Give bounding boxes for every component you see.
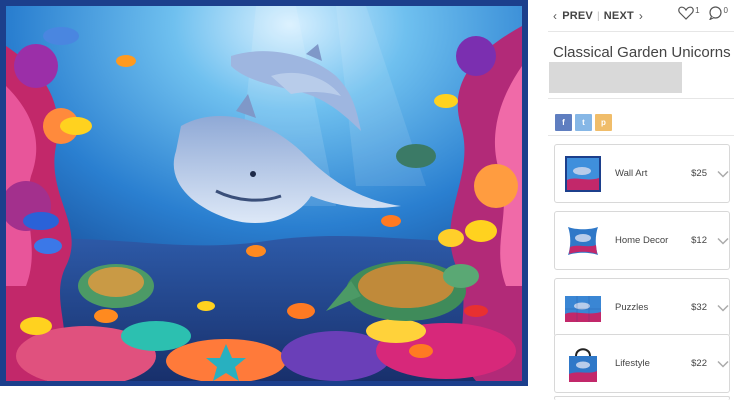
artist-placeholder [549, 62, 682, 93]
product-panel: ‹ PREV | NEXT › 1 0 Classical Garden Uni… [548, 0, 734, 400]
artwork-frame[interactable] [0, 0, 528, 386]
product-home-decor[interactable]: Home Decor $12 [554, 211, 730, 270]
prev-label: PREV [562, 10, 593, 22]
product-wall-art[interactable]: Wall Art $25 [554, 144, 730, 203]
product-name: Puzzles [615, 302, 649, 313]
product-price: $32 [691, 302, 707, 313]
product-lifestyle[interactable]: Lifestyle $22 [554, 334, 730, 393]
pinterest-share-button[interactable]: p [595, 114, 612, 131]
like-button[interactable]: 1 [678, 6, 700, 20]
product-name: Wall Art [615, 168, 648, 179]
product-price: $22 [691, 358, 707, 369]
heart-icon [678, 6, 694, 20]
product-puzzles[interactable]: Puzzles $32 [554, 278, 730, 337]
product-name: Lifestyle [615, 358, 650, 369]
product-price: $12 [691, 235, 707, 246]
nav-separator: | [596, 10, 600, 22]
chevron-down-icon [717, 360, 729, 368]
product-name: Home Decor [615, 235, 669, 246]
product-more[interactable] [554, 396, 730, 400]
comment-icon [708, 6, 722, 20]
next-link[interactable]: NEXT › [604, 9, 643, 23]
puzzle-thumbnail [565, 295, 601, 322]
artwork-title: Classical Garden Unicorns [553, 44, 731, 61]
chevron-left-icon: ‹ [553, 9, 558, 23]
social-counters: 1 0 [678, 6, 728, 20]
artwork-image[interactable] [6, 6, 522, 381]
divider [548, 135, 734, 136]
artwork-caption [90, 392, 450, 400]
product-price: $25 [691, 168, 707, 179]
comment-count: 0 [723, 6, 728, 15]
divider [548, 31, 734, 32]
framed-print-thumbnail [565, 155, 601, 192]
product-page: ‹ PREV | NEXT › 1 0 Classical Garden Uni… [0, 0, 740, 400]
next-label: NEXT [603, 10, 634, 22]
chevron-down-icon [717, 304, 729, 312]
twitter-share-button[interactable]: t [575, 114, 592, 131]
tote-bag-thumbnail [569, 347, 597, 382]
facebook-share-button[interactable]: f [555, 114, 572, 131]
chevron-down-icon [717, 237, 729, 245]
pillow-thumbnail [568, 226, 598, 255]
share-buttons: f t p [555, 114, 612, 131]
like-count: 1 [695, 6, 700, 15]
chevron-right-icon: › [638, 9, 644, 23]
prev-link[interactable]: ‹ PREV [553, 9, 593, 23]
divider [548, 98, 734, 99]
chevron-down-icon [717, 170, 729, 178]
artwork-navigation: ‹ PREV | NEXT › [553, 8, 643, 24]
comment-button[interactable]: 0 [708, 6, 728, 20]
